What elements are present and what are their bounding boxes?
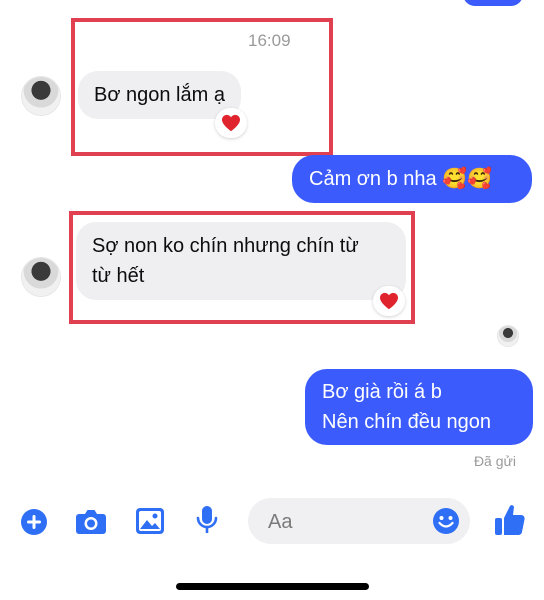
emoji-icon[interactable] (432, 507, 460, 535)
thumbs-up-icon[interactable] (494, 503, 526, 537)
heart-reaction[interactable] (215, 108, 247, 138)
message-text-line: Sợ non ko chín nhưng chín từ (92, 235, 359, 257)
incoming-message[interactable]: Sợ non ko chín nhưng chín từ từ hết (76, 222, 406, 300)
outgoing-message[interactable]: Bơ già rồi á b Nên chín đều ngon (305, 369, 533, 445)
delivery-status: Đã gửi (473, 453, 516, 469)
plus-icon[interactable] (20, 508, 48, 536)
heart-icon (222, 114, 240, 132)
home-indicator (176, 583, 369, 590)
message-text-line: Nên chín đều ngon (322, 411, 492, 433)
message-text: Cảm ơn b nha 🥰🥰 (309, 168, 492, 190)
message-timestamp: 16:09 (248, 31, 291, 50)
message-composer: Aa (0, 494, 544, 550)
camera-icon[interactable] (75, 507, 107, 535)
message-input[interactable]: Aa (248, 498, 470, 544)
heart-reaction[interactable] (373, 286, 405, 316)
contact-avatar[interactable] (22, 77, 60, 115)
microphone-icon[interactable] (195, 504, 219, 536)
incoming-message[interactable]: Bơ ngon lắm ạ (78, 71, 241, 119)
outgoing-message[interactable]: Cảm ơn b nha 🥰🥰 (292, 155, 532, 203)
message-text-line: Bơ già rồi á b (322, 381, 442, 403)
heart-icon (380, 292, 398, 310)
image-icon[interactable] (135, 507, 165, 535)
message-text-line: từ hết (92, 265, 145, 287)
previous-message-bubble (463, 0, 523, 6)
message-text: Bơ ngon lắm ạ (94, 84, 225, 106)
message-input-placeholder: Aa (268, 511, 293, 533)
contact-avatar[interactable] (22, 258, 60, 296)
seen-avatar (498, 326, 518, 346)
